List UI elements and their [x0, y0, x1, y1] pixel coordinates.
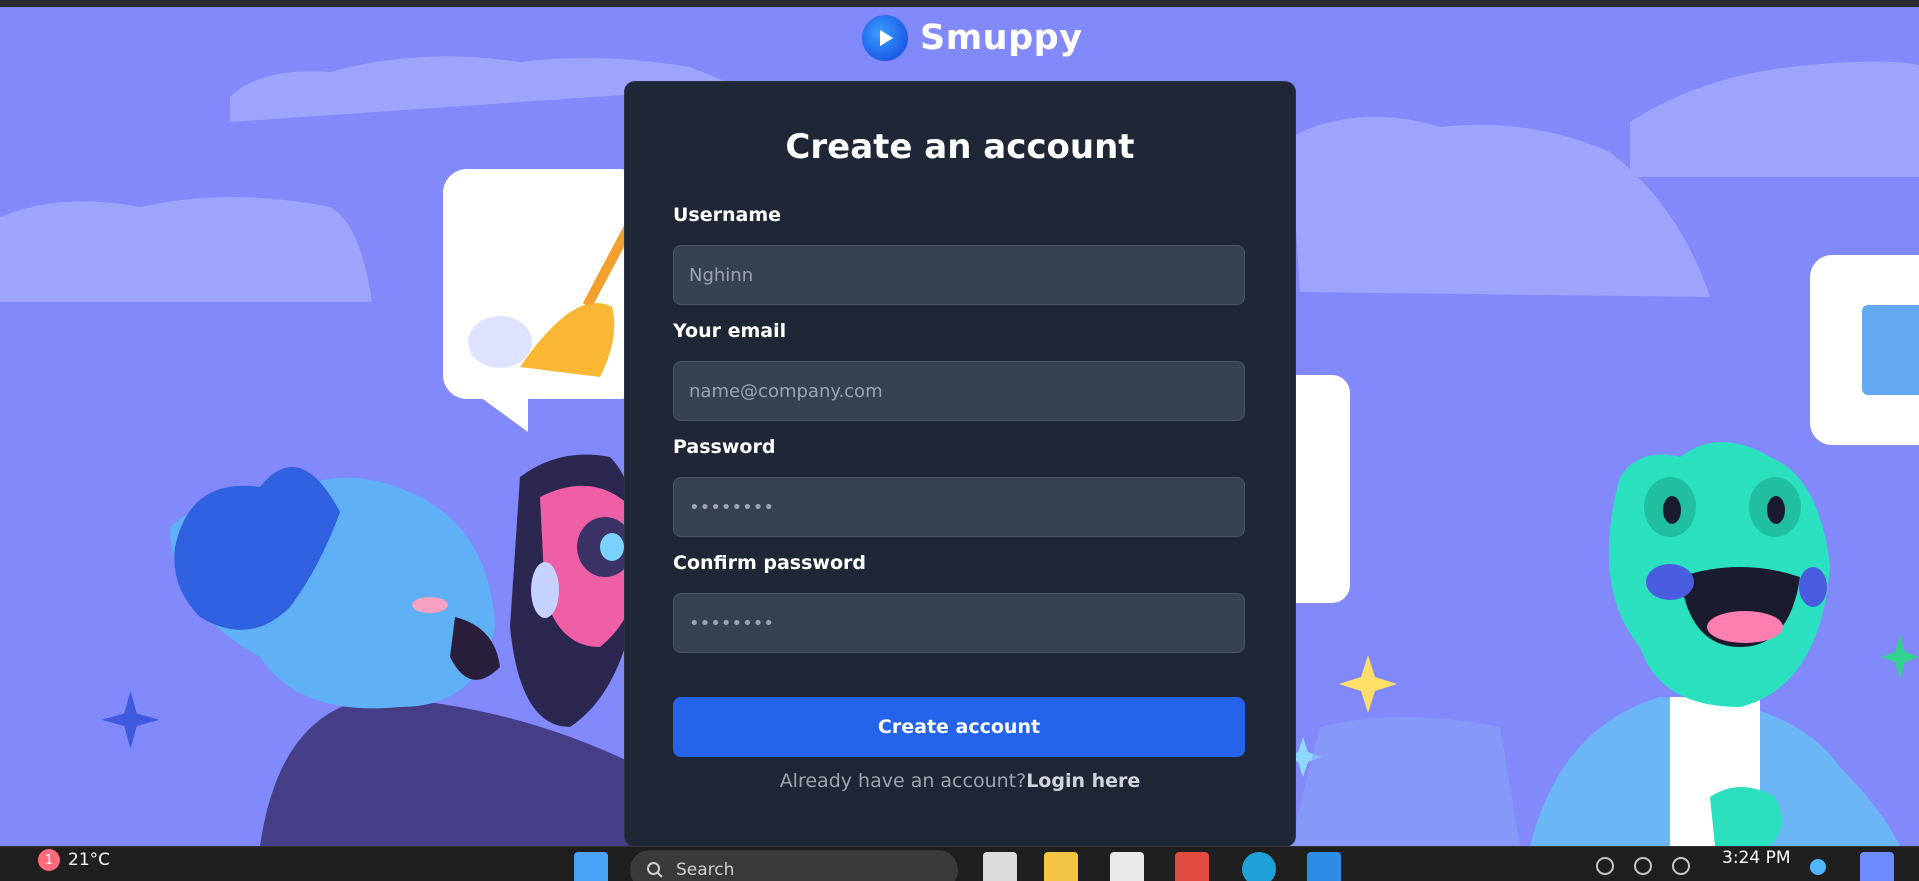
floor-glow	[1290, 717, 1520, 846]
brand-name: Smuppy	[920, 18, 1083, 58]
username-input[interactable]	[673, 245, 1245, 305]
volume-icon[interactable]	[1634, 857, 1652, 875]
login-link[interactable]: Login here	[1026, 770, 1140, 792]
frog-cheek	[1799, 567, 1827, 607]
file-icon[interactable]	[983, 852, 1017, 881]
envelope-icon	[1862, 305, 1919, 395]
store-icon[interactable]	[1110, 852, 1144, 881]
frog-hand	[1710, 787, 1782, 846]
login-prompt-row: Already have an account?Login here	[625, 770, 1295, 792]
sparkle-icon	[1881, 635, 1919, 679]
robot-eye-glint	[600, 533, 624, 561]
search-icon	[647, 862, 663, 878]
email-label: Your email	[673, 320, 787, 342]
edge-browser-icon[interactable]	[1242, 852, 1276, 881]
sparkle-icon	[1339, 655, 1397, 713]
windows-taskbar: 1 21°C Search 3:24 PM	[0, 846, 1919, 881]
brand-header[interactable]: Smuppy	[862, 15, 1083, 61]
play-icon	[880, 30, 893, 46]
frog-pupil	[1767, 496, 1785, 524]
windows-start-icon[interactable]	[574, 852, 608, 881]
create-account-button[interactable]: Create account	[673, 697, 1245, 757]
confirm-password-input[interactable]	[673, 593, 1245, 653]
speech-bubble-tail	[480, 397, 528, 432]
brave-browser-icon[interactable]	[1175, 852, 1209, 881]
weather-temp: 21°C	[68, 850, 111, 870]
clock-time[interactable]: 3:24 PM	[1722, 848, 1791, 868]
signup-card: Create an account Username Your email Pa…	[625, 82, 1295, 846]
taskbar-search[interactable]: Search	[630, 850, 958, 881]
notification-dot-icon[interactable]	[1810, 859, 1826, 875]
network-icon[interactable]	[1596, 857, 1614, 875]
smuppy-logo-icon	[862, 15, 908, 61]
cloud-shape	[1630, 61, 1919, 177]
cloud-shape	[0, 197, 372, 302]
character-cheek	[412, 597, 448, 613]
login-prompt-text: Already have an account?	[779, 770, 1027, 792]
character-body	[260, 697, 640, 846]
username-label: Username	[673, 204, 782, 226]
dust-cloud	[468, 316, 532, 368]
weather-widget[interactable]: 1 21°C	[38, 849, 110, 871]
copilot-icon[interactable]	[1860, 852, 1894, 881]
battery-icon[interactable]	[1672, 857, 1690, 875]
form-title: Create an account	[785, 127, 1135, 167]
vscode-icon[interactable]	[1307, 852, 1341, 881]
frog-tongue	[1707, 611, 1783, 643]
folder-icon[interactable]	[1044, 852, 1078, 881]
frog-pupil	[1663, 496, 1681, 524]
window-top-bar	[0, 0, 1919, 7]
taskbar-search-placeholder: Search	[676, 860, 735, 880]
password-input[interactable]	[673, 477, 1245, 537]
sparkle-icon	[101, 691, 160, 749]
page-background: Smuppy Create an account Username Your e…	[0, 7, 1919, 846]
password-label: Password	[673, 436, 776, 458]
confirm-password-label: Confirm password	[673, 552, 867, 574]
weather-badge: 1	[38, 849, 60, 871]
frog-cheek	[1646, 564, 1694, 600]
email-input[interactable]	[673, 361, 1245, 421]
robot-visor	[531, 562, 559, 618]
